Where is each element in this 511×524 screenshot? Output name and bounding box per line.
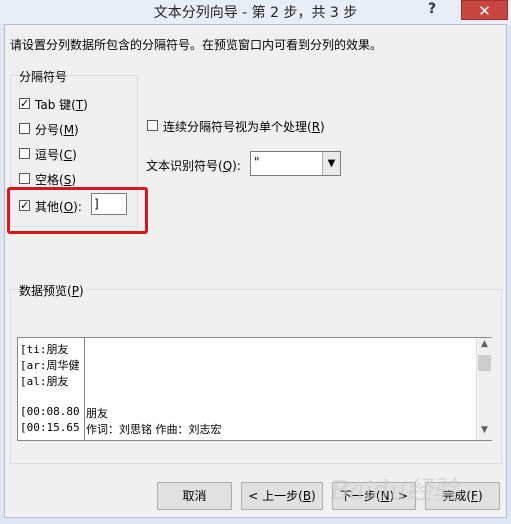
- semicolon-label[interactable]: 分号(M): [35, 121, 79, 138]
- consecutive-checkbox[interactable]: [147, 120, 158, 131]
- data-preview[interactable]: [ti:朋友 [ar:周华健 [al:朋友 [00:08.80 朋友 [00:1…: [17, 337, 492, 441]
- qualifier-label: 文本识别符号(Q):: [146, 159, 241, 173]
- preview-cell: [ar:周华健: [20, 359, 80, 372]
- chevron-down-icon[interactable]: ▼: [322, 152, 340, 175]
- space-label[interactable]: 空格(S): [35, 171, 76, 188]
- comma-label[interactable]: 逗号(C): [35, 146, 77, 163]
- delimiters-group-title: 分隔符号: [17, 68, 70, 85]
- preview-group-title: 数据预览(P): [17, 282, 86, 299]
- cancel-button[interactable]: 取消: [157, 482, 232, 510]
- watermark: Baidu经验: [330, 476, 459, 506]
- preview-cell: 朋友: [86, 407, 108, 420]
- column-separator[interactable]: [84, 338, 85, 440]
- preview-cell: [al:朋友: [20, 375, 69, 388]
- comma-checkbox[interactable]: [19, 148, 30, 159]
- qualifier-value: ": [254, 155, 260, 169]
- highlight-annotation: [7, 187, 148, 234]
- space-checkbox[interactable]: [19, 173, 30, 184]
- tab-checkbox[interactable]: ✓: [19, 98, 30, 109]
- preview-cell: 作词：刘思铭 作曲：刘志宏: [86, 423, 222, 436]
- preview-cell: [00:08.80: [20, 405, 80, 418]
- qualifier-select[interactable]: " ▼: [250, 151, 341, 176]
- help-icon[interactable]: ?: [424, 1, 440, 21]
- preview-scrollbar[interactable]: ▲ ▼: [476, 338, 492, 440]
- scroll-thumb[interactable]: [478, 355, 491, 371]
- instruction-text: 请设置分列数据所包含的分隔符号。在预览窗口内可看到分列的效果。: [10, 38, 383, 52]
- close-button[interactable]: ✕: [461, 0, 508, 20]
- back-button[interactable]: < 上一步(B): [241, 482, 323, 510]
- scroll-down-icon[interactable]: ▼: [477, 425, 492, 439]
- preview-cell: [00:15.65: [20, 421, 80, 434]
- preview-cell: [ti:朋友: [20, 343, 69, 356]
- consecutive-label[interactable]: 连续分隔符号视为单个处理(R): [163, 118, 325, 135]
- semicolon-checkbox[interactable]: [19, 123, 30, 134]
- scroll-up-icon[interactable]: ▲: [477, 339, 492, 353]
- tab-label[interactable]: Tab 键(T): [35, 96, 88, 113]
